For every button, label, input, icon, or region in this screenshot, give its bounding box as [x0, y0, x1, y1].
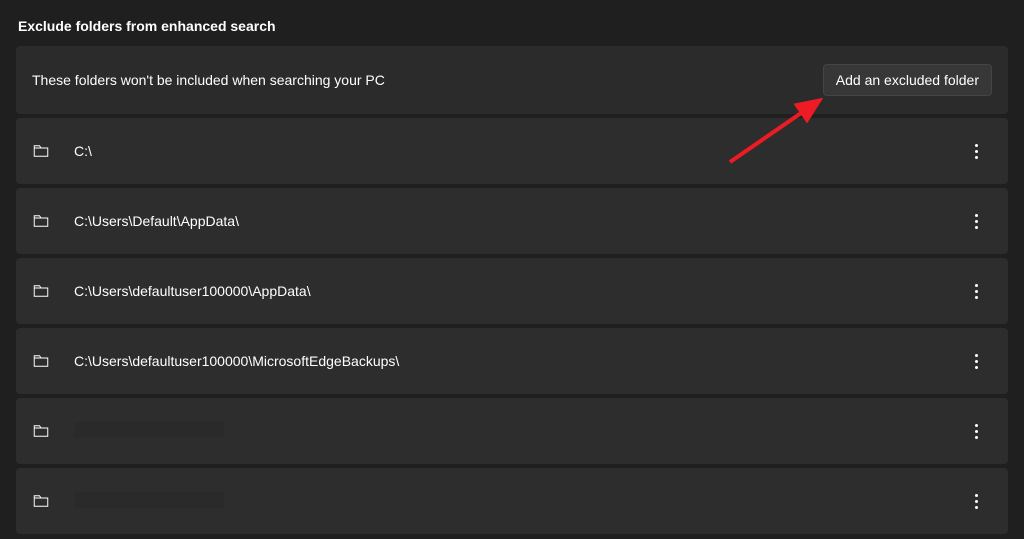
excluded-folder-list: C:\ C:\Users\Default\AppData\ C:\Users\def… [16, 118, 1008, 534]
header-row: These folders won't be included when sea… [16, 46, 1008, 114]
more-vertical-icon [975, 144, 978, 159]
folder-row[interactable]: C:\Users\defaultuser100000\AppData\ [16, 258, 1008, 324]
folder-path: C:\Users\defaultuser100000\MicrosoftEdge… [74, 353, 960, 369]
more-vertical-icon [975, 494, 978, 509]
folder-icon [32, 422, 50, 440]
folder-path [74, 492, 960, 511]
more-vertical-icon [975, 214, 978, 229]
folder-icon [32, 282, 50, 300]
folder-row[interactable]: C:\Users\defaultuser100000\MicrosoftEdge… [16, 328, 1008, 394]
folder-row[interactable] [16, 468, 1008, 534]
more-vertical-icon [975, 424, 978, 439]
folder-row[interactable]: C:\Users\Default\AppData\ [16, 188, 1008, 254]
more-options-button[interactable] [960, 135, 992, 167]
section-title: Exclude folders from enhanced search [16, 18, 1008, 34]
folder-path: C:\Users\defaultuser100000\AppData\ [74, 283, 960, 299]
folder-path: C:\ [74, 143, 960, 159]
folder-row[interactable] [16, 398, 1008, 464]
folder-icon [32, 142, 50, 160]
redacted-path [74, 492, 224, 508]
redacted-path [74, 422, 224, 438]
more-options-button[interactable] [960, 415, 992, 447]
folder-path: C:\Users\Default\AppData\ [74, 213, 960, 229]
more-options-button[interactable] [960, 205, 992, 237]
folder-path [74, 422, 960, 441]
folder-icon [32, 352, 50, 370]
more-options-button[interactable] [960, 485, 992, 517]
more-options-button[interactable] [960, 345, 992, 377]
folder-icon [32, 212, 50, 230]
section-description: These folders won't be included when sea… [32, 72, 385, 88]
add-excluded-folder-button[interactable]: Add an excluded folder [823, 64, 992, 96]
more-options-button[interactable] [960, 275, 992, 307]
folder-row[interactable]: C:\ [16, 118, 1008, 184]
folder-icon [32, 492, 50, 510]
more-vertical-icon [975, 354, 978, 369]
more-vertical-icon [975, 284, 978, 299]
